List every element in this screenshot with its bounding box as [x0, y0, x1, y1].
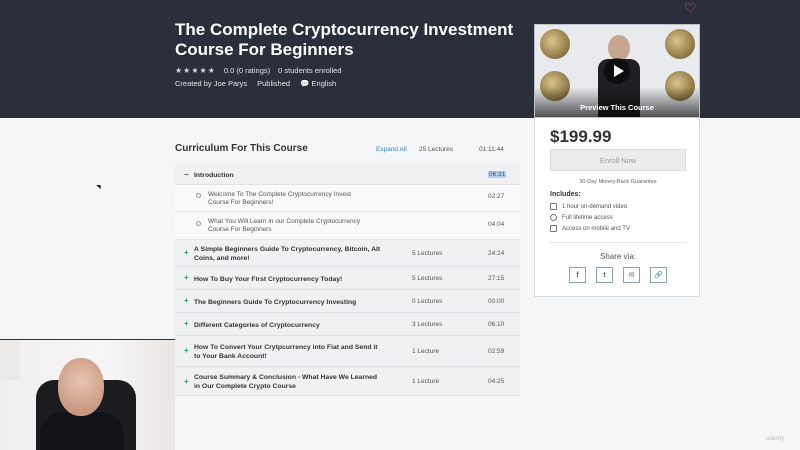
facebook-share-icon[interactable]: f [569, 267, 586, 283]
section-title: The Beginners Guide To Cryptocurrency In… [194, 299, 357, 306]
lecture-duration: 02:27 [488, 193, 505, 200]
section-title: A Simple Beginners Guide To Cryptocurren… [194, 246, 381, 262]
section-lectures: 0 Lectures [412, 298, 443, 305]
lecture-title: Welcome To The Complete Cryptocurrency I… [208, 191, 352, 206]
section-duration: 24:24 [488, 250, 505, 257]
include-item: 1 hour on-demand video [550, 203, 627, 210]
course-meta: Created by Joe Parys Published 💬 English [175, 79, 336, 88]
section-row[interactable]: + The Beginners Guide To Cryptocurrency … [175, 290, 520, 313]
expand-plus-icon: + [184, 319, 189, 328]
link-share-icon[interactable]: 🔗 [650, 267, 667, 283]
preview-label: Preview This Course [580, 103, 654, 112]
enroll-now-button[interactable]: Enroll Now [550, 149, 686, 171]
star-rating-icon: ★★★★★ [175, 66, 216, 75]
mobile-icon [550, 225, 557, 232]
lecture-item[interactable]: Welcome To The Complete Cryptocurrency I… [175, 185, 520, 212]
udemy-watermark-logo: udemy [766, 436, 785, 442]
section-lectures: 5 Lectures [412, 275, 443, 282]
section-title: Introduction [194, 172, 234, 179]
section-duration: 06:31 [488, 171, 507, 178]
webcam-overlay [0, 339, 175, 450]
section-duration: 06:10 [488, 321, 505, 328]
wishlist-heart-icon[interactable]: ♡ [684, 0, 697, 17]
expand-plus-icon: + [184, 273, 189, 282]
play-icon[interactable] [604, 58, 630, 84]
lecture-duration: 04:04 [488, 221, 505, 228]
include-item: Access on mobile and TV [550, 225, 630, 232]
purchase-card: $199.99 Enroll Now 30-Day Money-Back Gua… [534, 118, 700, 297]
share-buttons: f t ✉ 🔗 [569, 267, 667, 283]
twitter-share-icon[interactable]: t [596, 267, 613, 283]
expand-plus-icon: + [184, 346, 189, 355]
total-lectures: 25 Lectures [419, 146, 453, 153]
section-duration: 02:59 [488, 348, 505, 355]
section-row[interactable]: + Different Categories of Cryptocurrency… [175, 313, 520, 336]
total-duration: 01:11:44 [479, 146, 504, 153]
section-title: Different Categories of Cryptocurrency [194, 322, 320, 329]
mouse-cursor-icon [96, 182, 103, 190]
curriculum-title: Curriculum For This Course [175, 143, 308, 154]
divider [550, 242, 686, 243]
collapse-icon: − [184, 170, 189, 179]
publish-status: Published [257, 79, 291, 88]
section-introduction[interactable]: − Introduction 06:31 [175, 164, 520, 185]
includes-heading: Includes: [550, 191, 581, 198]
created-by[interactable]: Created by Joe Parys [175, 79, 247, 88]
section-title: How To Convert Your Crytpcurrency into F… [194, 344, 378, 360]
language-label: English [311, 79, 337, 88]
section-duration: 04:25 [488, 378, 505, 385]
course-title: The Complete Cryptocurrency Investment C… [175, 20, 514, 59]
speech-bubble-icon: 💬 [300, 79, 310, 88]
video-icon [550, 203, 557, 210]
share-label: Share via: [599, 252, 637, 261]
email-share-icon[interactable]: ✉ [623, 267, 640, 283]
course-preview-video[interactable]: Preview This Course [534, 24, 700, 118]
lecture-title: What You Will Learn in our Complete Cryp… [208, 218, 361, 233]
section-duration: 27:15 [488, 275, 505, 282]
course-price: $199.99 [550, 127, 612, 146]
expand-plus-icon: + [184, 248, 189, 257]
lecture-circle-icon [196, 221, 201, 226]
presenter-head [58, 358, 104, 416]
section-duration: 00:00 [488, 298, 505, 305]
section-lectures: 5 Lectures [412, 250, 443, 257]
expand-plus-icon: + [184, 296, 189, 305]
language: 💬 English [300, 79, 336, 88]
section-title: Course Summary & Conclusion - What Have … [194, 374, 378, 390]
students-enrolled: 0 students enrolled [278, 66, 342, 75]
section-title: How To Buy Your First Cryptocurrency Tod… [194, 276, 343, 283]
include-item: Full lifetime access [550, 214, 613, 221]
money-back-guarantee: 30-Day Money-Back Guarantee [579, 179, 657, 185]
section-row[interactable]: + How To Convert Your Crytpcurrency into… [175, 336, 520, 367]
section-row[interactable]: + A Simple Beginners Guide To Cryptocurr… [175, 240, 520, 267]
rating-row: ★★★★★ 0.0 (0 ratings) 0 students enrolle… [175, 66, 342, 75]
section-lectures: 1 Lecture [412, 348, 440, 355]
presenter-body [40, 412, 124, 450]
section-lectures: 1 Lecture [412, 378, 440, 385]
section-row[interactable]: + How To Buy Your First Cryptocurrency T… [175, 267, 520, 290]
expand-plus-icon: + [184, 377, 189, 386]
lecture-circle-icon [196, 193, 201, 198]
infinity-icon [550, 214, 557, 221]
expand-all-link[interactable]: Expand All [376, 146, 407, 153]
bitcoin-coin-image [665, 29, 695, 59]
section-row[interactable]: + Course Summary & Conclusion - What Hav… [175, 367, 520, 396]
curriculum-list: − Introduction 06:31 Welcome To The Comp… [175, 164, 520, 396]
lecture-item[interactable]: What You Will Learn in our Complete Cryp… [175, 212, 520, 240]
section-lectures: 3 Lectures [412, 321, 443, 328]
bitcoin-coin-image [540, 29, 570, 59]
rating-text: 0.0 (0 ratings) [223, 66, 271, 75]
